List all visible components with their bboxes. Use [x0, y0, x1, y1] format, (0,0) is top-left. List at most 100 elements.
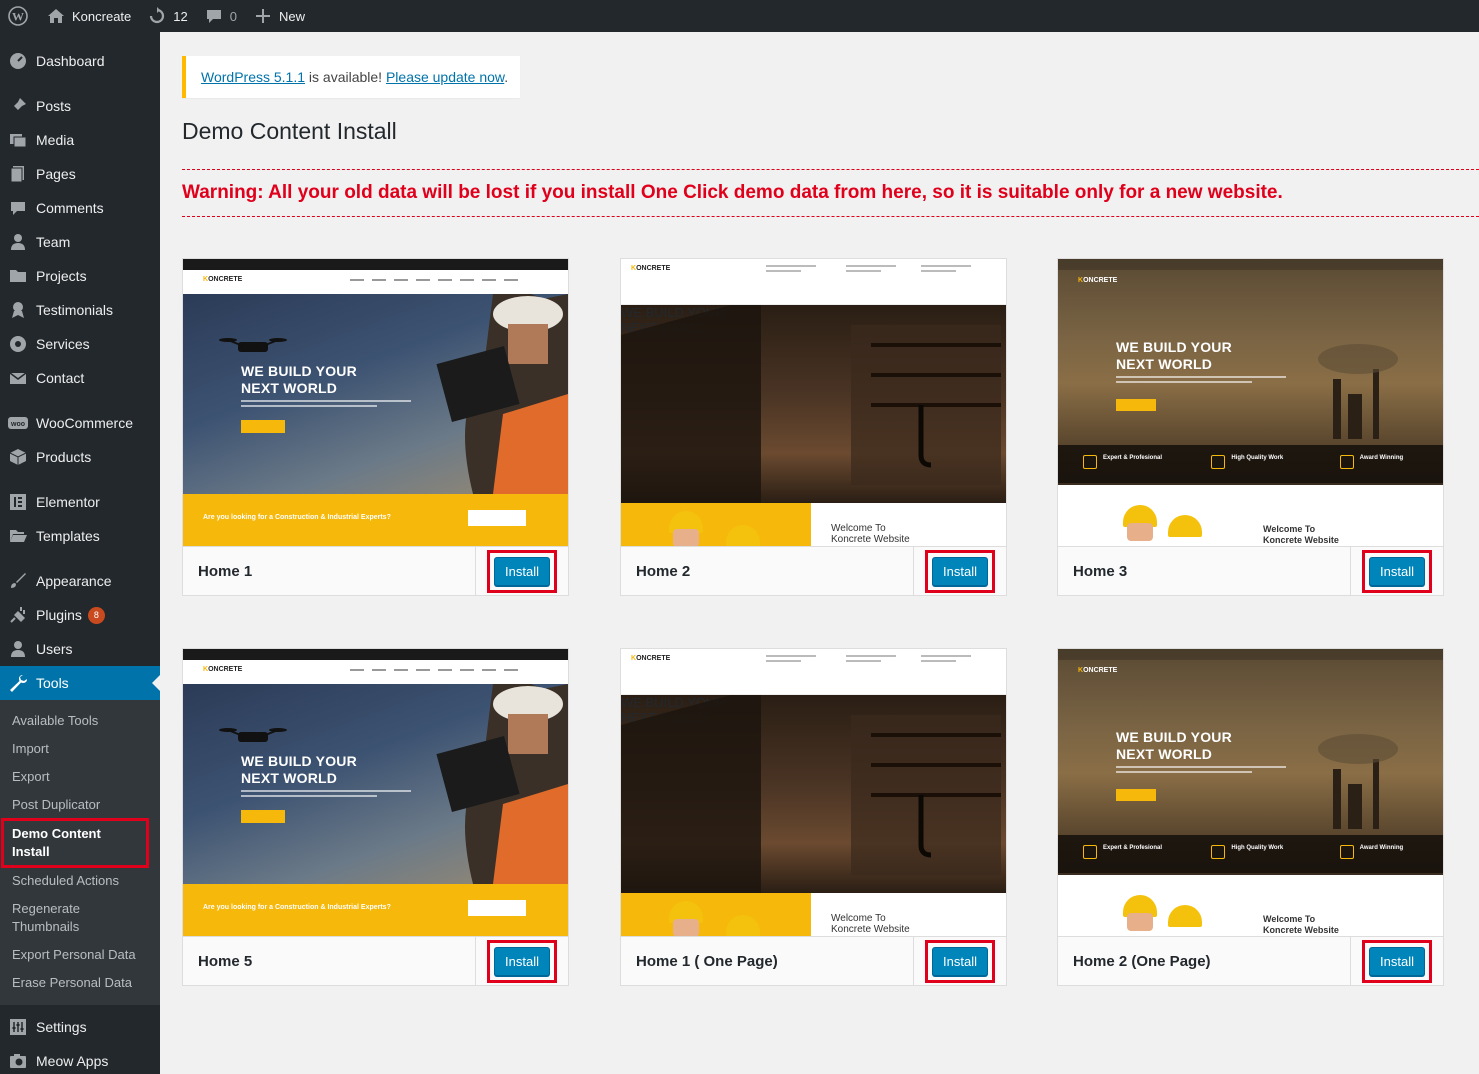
- menu-templates[interactable]: Templates: [0, 519, 160, 553]
- update-notice: WordPress 5.1.1 is available! Please upd…: [182, 56, 520, 98]
- menu-woocommerce[interactable]: woo WooCommerce: [0, 406, 160, 440]
- demo-card-home-1-one-page: KONCRETE WE BUILD YOURNEXT WORLD Welcome…: [620, 648, 1007, 986]
- install-button-home-2-one-page[interactable]: Install: [1369, 946, 1425, 976]
- submenu-scheduled-actions[interactable]: Scheduled Actions: [0, 867, 160, 895]
- updates-count: 12: [173, 8, 188, 24]
- menu-label: Media: [36, 132, 75, 148]
- menu-meow-apps[interactable]: Meow Apps: [0, 1044, 160, 1074]
- brush-icon: [8, 571, 28, 591]
- demo-preview-home-1: KONCRETE WE BUILD YOUR NEXT WORLD Are you…: [183, 259, 568, 546]
- submenu-available-tools[interactable]: Available Tools: [0, 707, 160, 735]
- demo-name: Home 3: [1073, 562, 1128, 580]
- menu-users[interactable]: Users: [0, 632, 160, 666]
- folder-icon: [8, 266, 28, 286]
- preview-headline: WE BUILD YOURNEXT WORLD: [1116, 729, 1232, 762]
- submenu-demo-content-install[interactable]: Demo Content Install: [1, 818, 149, 868]
- wordpress-logo-menu[interactable]: W: [0, 0, 38, 32]
- menu-label: Pages: [36, 166, 76, 182]
- menu-label: Services: [36, 336, 90, 352]
- menu-label: Dashboard: [36, 53, 105, 69]
- menu-label: Projects: [36, 268, 87, 284]
- comment-icon: [8, 198, 28, 218]
- demo-preview-home-2-one-page: KONCRETE WE BUILD YOUR NEXT WORLD Expert …: [1058, 649, 1443, 936]
- preview-headline: WE BUILD YOURNEXT WORLD: [241, 363, 357, 396]
- menu-projects[interactable]: Projects: [0, 259, 160, 293]
- demo-name: Home 2: [636, 562, 691, 580]
- menu-label: Elementor: [36, 494, 100, 510]
- preview-logo: KONCRETE: [1078, 277, 1118, 284]
- admin-sidebar: Dashboard Posts Media Pages Comments Tea…: [0, 32, 160, 1074]
- warning-banner: Warning: All your old data will be lost …: [182, 169, 1479, 217]
- admin-bar: W Koncreate 12 0 New: [0, 0, 1479, 32]
- submenu-export-personal-data[interactable]: Export Personal Data: [0, 941, 160, 969]
- preview-logo: KONCRETE: [1078, 667, 1118, 674]
- svg-text:W: W: [12, 10, 24, 24]
- plug-icon: [8, 605, 28, 625]
- menu-elementor[interactable]: Elementor: [0, 485, 160, 519]
- refresh-icon: [147, 6, 167, 26]
- menu-label: Meow Apps: [36, 1053, 109, 1069]
- install-button-home-5[interactable]: Install: [494, 946, 550, 976]
- preview-welcome: Welcome To Koncrete Website: [1263, 914, 1339, 935]
- menu-tools[interactable]: Tools: [0, 666, 160, 700]
- settings-icon: [8, 1017, 28, 1037]
- menu-settings[interactable]: Settings: [0, 1010, 160, 1044]
- install-button-home-1-one-page[interactable]: Install: [932, 946, 988, 976]
- camera-icon: [8, 1051, 28, 1071]
- wordpress-version-link[interactable]: WordPress 5.1.1: [201, 69, 305, 85]
- updates-menu[interactable]: 12: [139, 0, 195, 32]
- demo-preview-home-5: KONCRETE WE BUILD YOUR NEXT WORLD Are you…: [183, 649, 568, 936]
- demo-preview-home-3: KONCRETE WE BUILD YOUR NEXT WORLD Expert …: [1058, 259, 1443, 546]
- comments-menu[interactable]: 0: [196, 0, 245, 32]
- tools-submenu: Available Tools Import Export Post Dupli…: [0, 700, 160, 1005]
- woo-icon: woo: [8, 413, 28, 433]
- install-button-home-1[interactable]: Install: [494, 556, 550, 586]
- menu-contact[interactable]: Contact: [0, 361, 160, 395]
- site-name-menu[interactable]: Koncreate: [38, 0, 139, 32]
- comments-count: 0: [229, 8, 237, 24]
- menu-testimonials[interactable]: Testimonials: [0, 293, 160, 327]
- submenu-regenerate-thumbnails[interactable]: Regenerate Thumbnails: [0, 895, 110, 941]
- home-icon: [46, 6, 66, 26]
- menu-services[interactable]: Services: [0, 327, 160, 361]
- preview-logo: KONCRETE: [631, 655, 671, 662]
- menu-label: Tools: [36, 675, 69, 691]
- update-now-link[interactable]: Please update now: [386, 69, 504, 85]
- warning-text: Warning: All your old data will be lost …: [182, 182, 1283, 203]
- comment-bubble-icon: [204, 6, 224, 26]
- new-content-menu[interactable]: New: [245, 0, 313, 32]
- new-label: New: [278, 8, 305, 24]
- demo-card-home-3: KONCRETE WE BUILD YOUR NEXT WORLD Expert …: [1057, 258, 1444, 596]
- menu-dashboard[interactable]: Dashboard: [0, 44, 160, 78]
- mail-icon: [8, 368, 28, 388]
- menu-label: Plugins: [36, 607, 82, 623]
- menu-team[interactable]: Team: [0, 225, 160, 259]
- install-button-home-2[interactable]: Install: [932, 556, 988, 586]
- folder-open-icon: [8, 526, 28, 546]
- submenu-post-duplicator[interactable]: Post Duplicator: [0, 791, 160, 819]
- elementor-icon: [8, 492, 28, 512]
- demo-card-home-5: KONCRETE WE BUILD YOUR NEXT WORLD Are you…: [182, 648, 569, 986]
- submenu-export[interactable]: Export: [0, 763, 160, 791]
- menu-comments[interactable]: Comments: [0, 191, 160, 225]
- menu-pages[interactable]: Pages: [0, 157, 160, 191]
- menu-products[interactable]: Products: [0, 440, 160, 474]
- site-name-label: Koncreate: [72, 8, 132, 24]
- menu-plugins[interactable]: Plugins 8: [0, 598, 160, 632]
- menu-appearance[interactable]: Appearance: [0, 564, 160, 598]
- submenu-import[interactable]: Import: [0, 735, 160, 763]
- menu-label: Comments: [36, 200, 104, 216]
- submenu-erase-personal-data[interactable]: Erase Personal Data: [0, 969, 160, 997]
- wrench-icon: [8, 673, 28, 693]
- pages-icon: [8, 164, 28, 184]
- install-button-home-3[interactable]: Install: [1369, 556, 1425, 586]
- svg-text:woo: woo: [10, 421, 25, 428]
- menu-label: Appearance: [36, 573, 112, 589]
- plus-icon: [253, 6, 273, 26]
- menu-media[interactable]: Media: [0, 123, 160, 157]
- notice-end: .: [504, 69, 509, 85]
- preview-welcome: Welcome To Koncrete Website: [831, 913, 910, 935]
- menu-label: Testimonials: [36, 302, 114, 318]
- users-icon: [8, 639, 28, 659]
- menu-posts[interactable]: Posts: [0, 89, 160, 123]
